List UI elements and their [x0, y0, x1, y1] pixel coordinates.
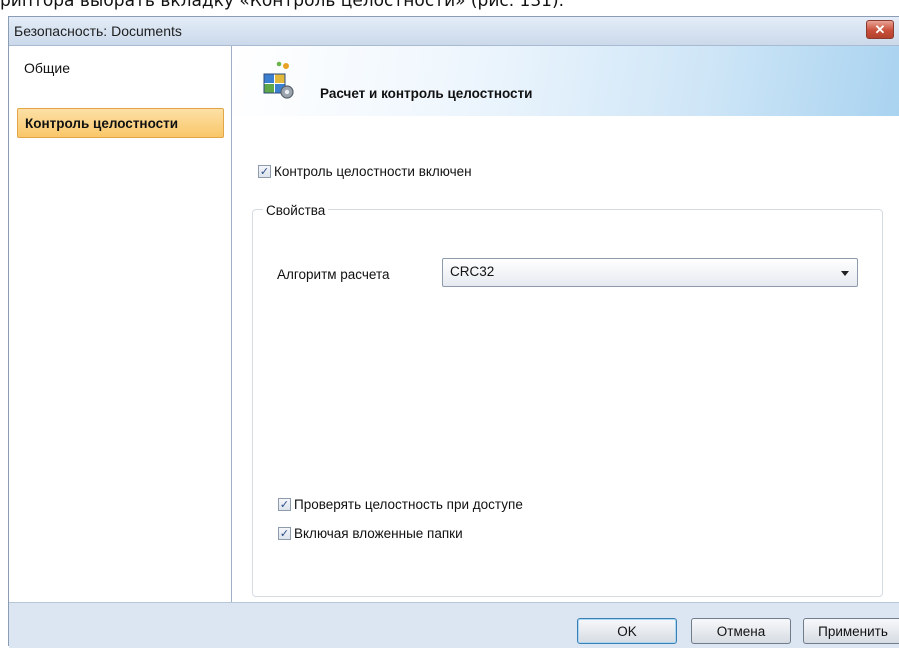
integrity-enabled-checkbox[interactable]: ✓	[258, 165, 271, 178]
window-title: Безопасность: Documents	[14, 23, 182, 39]
include-subfolders-checkbox[interactable]: ✓	[278, 527, 291, 540]
ok-button-label: OK	[617, 623, 637, 639]
title-bar: Безопасность: Documents ✕	[9, 17, 899, 46]
nav-item-integrity-control[interactable]: Контроль целостности	[17, 108, 224, 138]
ok-button[interactable]: OK	[577, 618, 677, 644]
apply-button[interactable]: Применить	[803, 618, 899, 644]
algorithm-select[interactable]: CRC32	[442, 258, 858, 287]
check-on-access-checkbox[interactable]: ✓	[278, 498, 291, 511]
chevron-down-icon	[841, 271, 849, 276]
algorithm-label: Алгоритм расчета	[277, 267, 390, 282]
security-dialog: Безопасность: Documents ✕ Общие Контроль…	[8, 16, 899, 648]
content-panel: Расчет и контроль целостности ✓ Контроль…	[232, 46, 899, 602]
nav-item-general[interactable]: Общие	[17, 52, 224, 82]
close-button[interactable]: ✕	[866, 20, 894, 39]
page-header: Расчет и контроль целостности	[232, 46, 899, 116]
algorithm-select-value: CRC32	[450, 264, 495, 279]
cancel-button[interactable]: Отмена	[691, 618, 791, 644]
cancel-button-label: Отмена	[716, 623, 766, 639]
properties-legend: Свойства	[263, 203, 329, 218]
apply-button-label: Применить	[818, 623, 888, 639]
integrity-enabled-label: Контроль целостности включен	[274, 164, 472, 179]
dialog-footer: OK Отмена Применить	[9, 602, 899, 648]
document-caption-fragment: рипторa выбрать вкладку «Контроль целост…	[0, 0, 565, 11]
check-on-access-label: Проверять целостность при доступе	[294, 497, 523, 512]
page-title: Расчет и контроль целостности	[320, 86, 533, 101]
include-subfolders-label: Включая вложенные папки	[294, 526, 463, 541]
settings-nav: Общие Контроль целостности	[9, 46, 232, 602]
integrity-check-icon	[263, 61, 294, 99]
nav-item-label: Контроль целостности	[25, 116, 179, 131]
close-icon: ✕	[874, 21, 886, 37]
nav-item-label: Общие	[24, 60, 71, 76]
